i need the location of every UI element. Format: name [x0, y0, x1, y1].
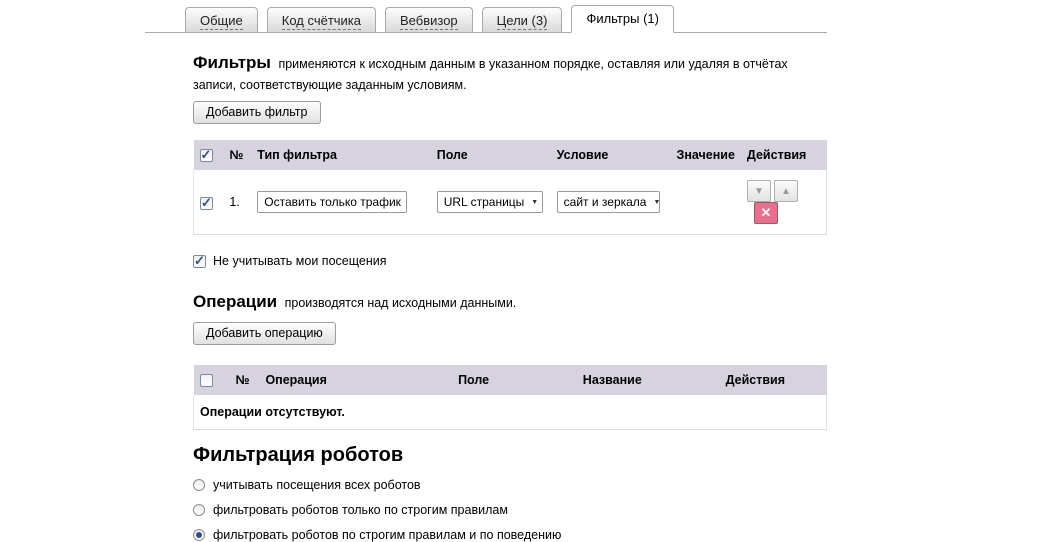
filter-row-number: 1. — [223, 170, 252, 236]
chevron-down-icon: ▼ — [653, 199, 658, 206]
robots-option-behavior-label: фильтровать роботов по строгим правилам … — [213, 528, 562, 542]
operations-intro: Операции производятся над исходными данн… — [193, 289, 827, 315]
operations-empty-text: Операции отсутствуют. — [193, 395, 827, 431]
own-visits-label: Не учитывать мои посещения — [213, 254, 387, 269]
robots-option-strict: фильтровать роботов только по строгим пр… — [193, 503, 827, 517]
robots-option-all-label: учитывать посещения всех роботов — [213, 478, 421, 493]
filters-table-header-row: № Тип фильтра Поле Условие Значение Дейс… — [193, 140, 827, 171]
filter-condition-select[interactable]: сайт и зеркала ▼ — [556, 191, 660, 214]
filters-section-description: применяются к исходным данным в указанно… — [193, 57, 788, 92]
filters-col-num: № — [229, 148, 244, 163]
arrow-down-icon: ▼ — [753, 185, 764, 197]
operations-select-all-checkbox[interactable] — [199, 374, 213, 388]
tab-counter-code[interactable]: Код счётчика — [266, 7, 377, 32]
robots-option-behavior-radio[interactable] — [193, 529, 205, 542]
tab-bar: Общие Код счётчика Вебвизор Цели (3) Фил… — [145, 4, 827, 33]
add-operation-button[interactable]: Добавить операцию — [193, 321, 336, 345]
robots-option-all: учитывать посещения всех роботов — [193, 478, 827, 492]
tab-counter-code-label: Код счётчика — [281, 13, 362, 30]
tab-goals-label: Цели (3) — [496, 13, 548, 30]
operations-section-description: производятся над исходными данными. — [284, 296, 517, 311]
move-up-button[interactable]: ▲ — [773, 180, 798, 203]
tab-general[interactable]: Общие — [185, 7, 258, 32]
robots-option-all-radio[interactable] — [193, 479, 205, 492]
close-icon: ✕ — [760, 205, 772, 221]
filters-select-all-checkbox[interactable] — [199, 147, 213, 163]
filter-field-value: URL страницы — [443, 195, 525, 210]
filter-condition-value: сайт и зеркала — [563, 195, 647, 210]
operations-table: № Операция Поле Название Действия Операц… — [193, 364, 827, 431]
filter-row: 1. Оставить только трафик ▼ URL страницы… — [193, 170, 827, 236]
arrow-up-icon: ▲ — [780, 185, 791, 197]
filter-value-cell — [670, 170, 741, 236]
operations-col-field: Поле — [458, 373, 490, 388]
filters-col-field: Поле — [436, 148, 468, 163]
robots-section-title: Фильтрация роботов — [193, 444, 404, 467]
main-content: Фильтры применяются к исходным данным в … — [193, 50, 827, 542]
operations-section-title: Операции — [193, 292, 278, 312]
operations-col-operation: Операция — [265, 373, 327, 388]
filters-col-condition: Условие — [556, 148, 609, 163]
filters-intro: Фильтры применяются к исходным данным в … — [193, 50, 827, 94]
delete-filter-button[interactable]: ✕ — [753, 202, 778, 225]
robots-option-strict-radio[interactable] — [193, 504, 205, 517]
tab-general-label: Общие — [200, 13, 243, 30]
filters-col-actions: Действия — [746, 148, 807, 163]
tab-filters[interactable]: Фильтры (1) — [571, 5, 674, 33]
own-visits-checkbox[interactable] — [193, 253, 206, 269]
operations-empty-row: Операции отсутствуют. — [193, 395, 827, 431]
chevron-down-icon: ▼ — [531, 198, 539, 206]
operations-col-num: № — [235, 373, 250, 388]
filter-row-checkbox[interactable] — [200, 195, 213, 211]
filters-table: № Тип фильтра Поле Условие Значение Дейс… — [193, 140, 827, 236]
operations-col-name: Название — [582, 373, 642, 388]
robots-option-behavior: фильтровать роботов по строгим правилам … — [193, 528, 827, 542]
filters-section-title: Фильтры — [193, 53, 271, 72]
operations-col-actions: Действия — [725, 373, 785, 388]
move-down-button[interactable]: ▼ — [746, 180, 771, 203]
filter-type-value: Оставить только трафик — [264, 195, 401, 210]
tab-webvisor[interactable]: Вебвизор — [385, 7, 473, 32]
filters-col-value: Значение — [676, 148, 735, 163]
filter-type-select[interactable]: Оставить только трафик ▼ — [257, 191, 408, 214]
own-visits-row: Не учитывать мои посещения — [193, 253, 827, 269]
filters-col-type: Тип фильтра — [257, 148, 338, 163]
robots-option-strict-label: фильтровать роботов только по строгим пр… — [213, 503, 508, 518]
filter-field-select[interactable]: URL страницы ▼ — [436, 191, 543, 214]
add-filter-button[interactable]: Добавить фильтр — [193, 101, 321, 125]
tab-filters-label: Фильтры (1) — [586, 11, 659, 26]
tab-webvisor-label: Вебвизор — [400, 13, 458, 30]
tab-goals[interactable]: Цели (3) — [481, 7, 563, 32]
operations-table-header-row: № Операция Поле Название Действия — [193, 364, 827, 396]
